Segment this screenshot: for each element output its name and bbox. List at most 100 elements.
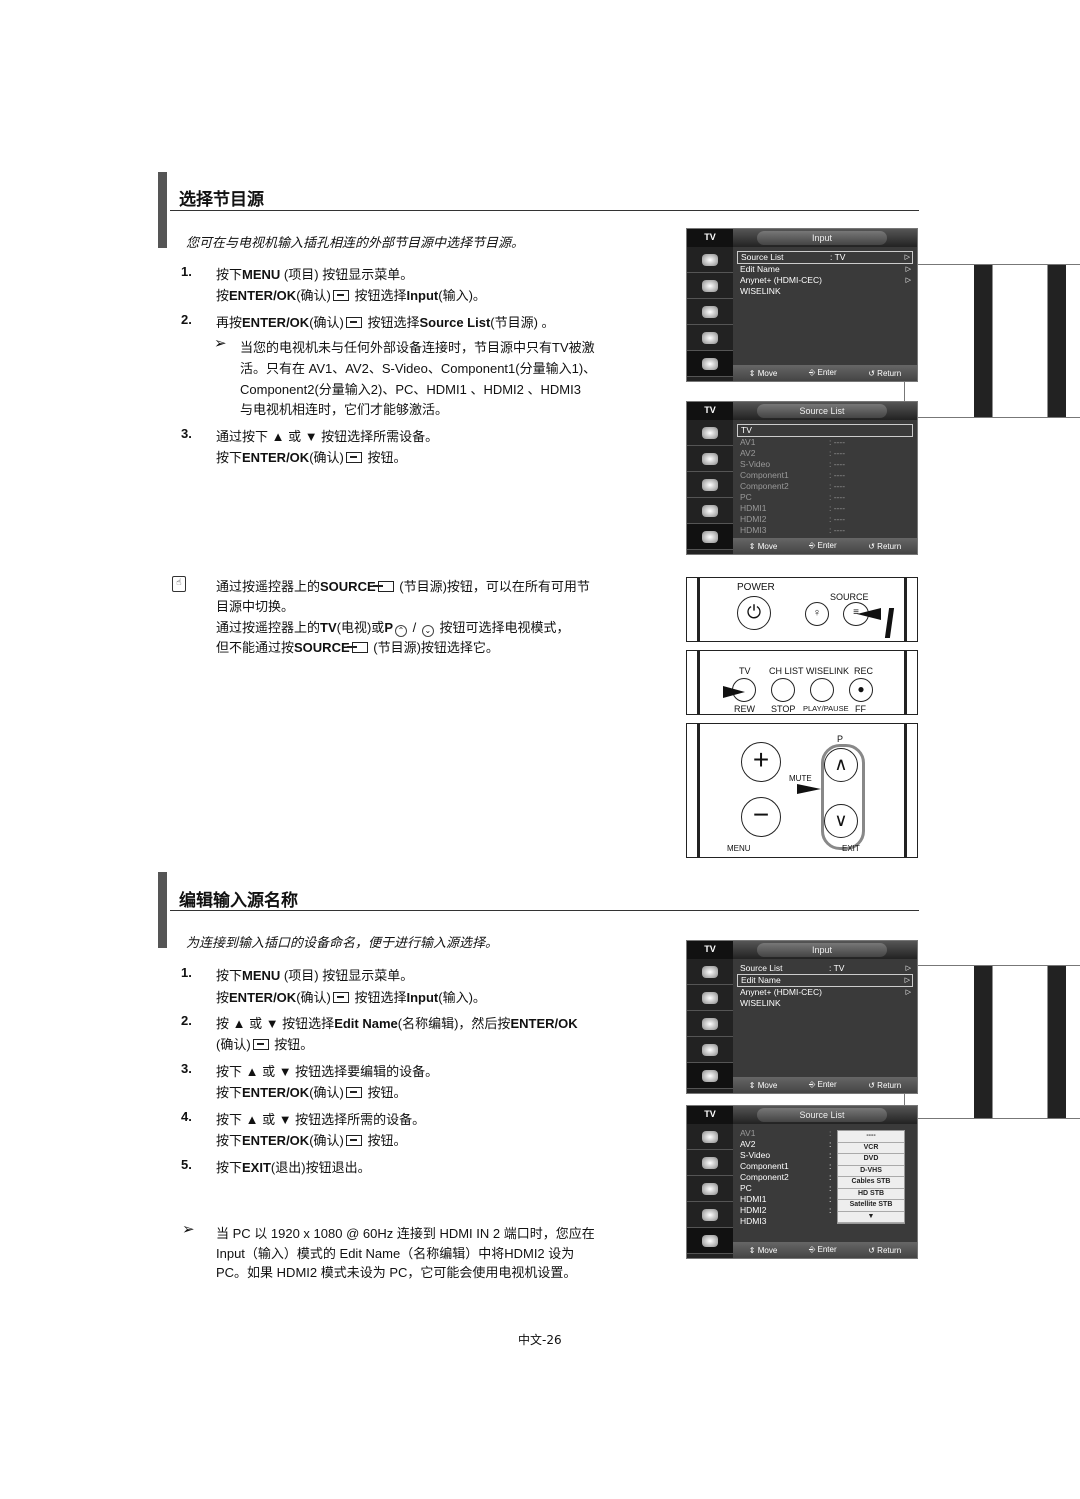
text-run: (名称编辑)，然后按 [397,1016,511,1031]
popup-option: DVD [838,1154,904,1166]
sound-glyph [702,279,718,292]
text-line: 按ENTER/OK(确认) 按钮选择Input(输入)。 [216,987,486,1006]
menu-item-label: AV1 [740,437,756,447]
chlist-button [771,678,795,702]
sound-icon [687,985,733,1011]
menu-item-value: : [829,1139,832,1149]
menu-item-label: Edit Name [740,264,780,274]
menu-sidebar [687,1124,733,1258]
text-line: 当您的电视机未与任何外部设备连接时，节目源中只有TV被激 [240,337,595,356]
text-run: 通过按遥控器上的 [216,620,321,635]
menu-item-label: Component1 [740,470,789,480]
rew-label: REW [734,704,755,714]
playpause-label: PLAY/PAUSE [803,704,849,713]
text-run: 按 [216,288,230,303]
bold-term: TV [320,620,337,635]
volume-up-button: + [741,742,781,782]
menu-footer: ⇕ Move ⎆ Enter ↺ Return [733,1242,917,1258]
mute-label: MUTE [789,774,812,783]
popup-option: Cables STB [838,1177,904,1189]
divider [170,210,919,211]
footer-hint: ⎆ Enter [808,1245,837,1254]
text-run: 按下 ▲ 或 ▼ 按钮选择所需的设备。 [216,1112,426,1127]
text-run: 按 [216,990,230,1005]
text-run: 按钮。 [270,1037,314,1052]
menu-tab-tv: TV [687,941,733,959]
section-marker [158,872,167,948]
stop-label: STOP [771,704,796,714]
text-run: (确认) [296,990,331,1005]
footer-hint: ↺ Return [868,1245,902,1255]
setup-icon [687,1037,733,1063]
power-icon: ⏻ [737,596,771,630]
menu-item: WISELINK [737,998,913,1009]
bold-term: P [384,620,393,635]
bold-term: Input [406,288,439,303]
text-run: PC。如果 HDMI2 模式未设为 PC，它可能会使用电视机设置。 [216,1265,577,1280]
menu-item-value: : ---- [829,481,846,491]
picture-glyph [702,1130,718,1143]
popup-option: Satellite STB [838,1200,904,1212]
menu-item: PC: ---- [737,492,913,503]
menu-item-label: Anynet+ (HDMI-CEC) [740,987,822,997]
input-icon [687,1228,733,1254]
popup-option: VCR [838,1143,904,1154]
tip-arrow-icon: ➢ [182,1220,195,1238]
menu-item-value: : ---- [829,525,846,535]
remote-bottom-panel: + − P ∧ ∨ MUTE MENU EXIT [686,723,918,858]
step-number: 1. [181,264,192,279]
text-line: (确认) 按钮。 [216,1034,313,1053]
bold-term: ENTER/OK [510,1016,578,1031]
menu-item-value: : TV [829,963,845,973]
text-run: 按钮。 [363,450,407,465]
text-run: 当 PC 以 1920 x 1080 @ 60Hz 连接到 HDMI IN 2 … [216,1226,595,1241]
text-line: 与电视机相连时，它们才能够激活。 [240,399,448,418]
sound-glyph [702,1156,718,1169]
input-icon [687,1063,733,1089]
step-number: 2. [181,312,192,327]
source-label: SOURCE [830,592,869,602]
step-number: 5. [181,1157,192,1172]
input-glyph [702,1234,718,1247]
picture-icon [687,420,733,446]
text-line: 活。只有在 AV1、AV2、S-Video、Component1(分量输入1)、 [240,358,596,377]
menu-item-value: : [829,1128,832,1138]
menu-icon [904,264,1080,418]
text-run: 按钮显示菜单。 [318,267,414,282]
remote-top-panel: POWER ⏻ ♀ SOURCE ≡ [686,577,918,642]
text-run: 与电视机相连时，它们才能够激活。 [240,402,449,417]
text-run: 按 ▲ 或 ▼ 按钮选择 [216,1016,335,1031]
divider [170,910,919,911]
text-line: 按下ENTER/OK(确认) 按钮。 [216,1130,406,1149]
menu-item: TV [737,424,913,437]
menu-item: HDMI1: ---- [737,503,913,514]
menu-item-label: AV1 [740,1128,756,1138]
text-run: (确认) [309,1085,344,1100]
menu-item-label: WISELINK [740,998,781,1008]
section-subtitle: 您可在与电视机输入插孔相连的外部节目源中选择节目源。 [186,236,525,251]
bold-term: ENTER/OK [242,315,310,330]
menu-item-value: : [829,1150,832,1160]
footer-hint: ↺ Return [868,368,902,378]
ff-label: FF [855,704,866,714]
volume-down-button: − [741,797,781,837]
down-icon: ⌄ [421,625,434,637]
menu-icon [904,965,1080,1119]
tv-menu-source-list: TV Source List AV1: AV2: S-Video: Component1:… [686,1105,918,1259]
text-line: 目源中切换。 [216,596,294,615]
text-run: 但不能通过按 [216,640,295,655]
channel-down-button: ∨ [824,804,858,838]
chevron-right-icon: ▷ [905,277,911,284]
popup-option: D-VHS [838,1166,904,1177]
text-line: 按 ▲ 或 ▼ 按钮选择Edit Name(名称编辑)，然后按ENTER/OK [216,1013,578,1032]
page-number: 中文-26 [518,1333,562,1347]
enter-icon [252,1039,269,1050]
sound-glyph [702,991,718,1004]
input-glyph [702,530,718,543]
footer-hint: ⇕ Move [748,541,778,551]
footer-hint: ⇕ Move [748,1080,778,1090]
text-run: 按钮。 [363,1133,407,1148]
menu-item-value: : ---- [829,492,846,502]
bold-term: Edit Name [334,1016,398,1031]
text-run: (输入)。 [438,990,486,1005]
